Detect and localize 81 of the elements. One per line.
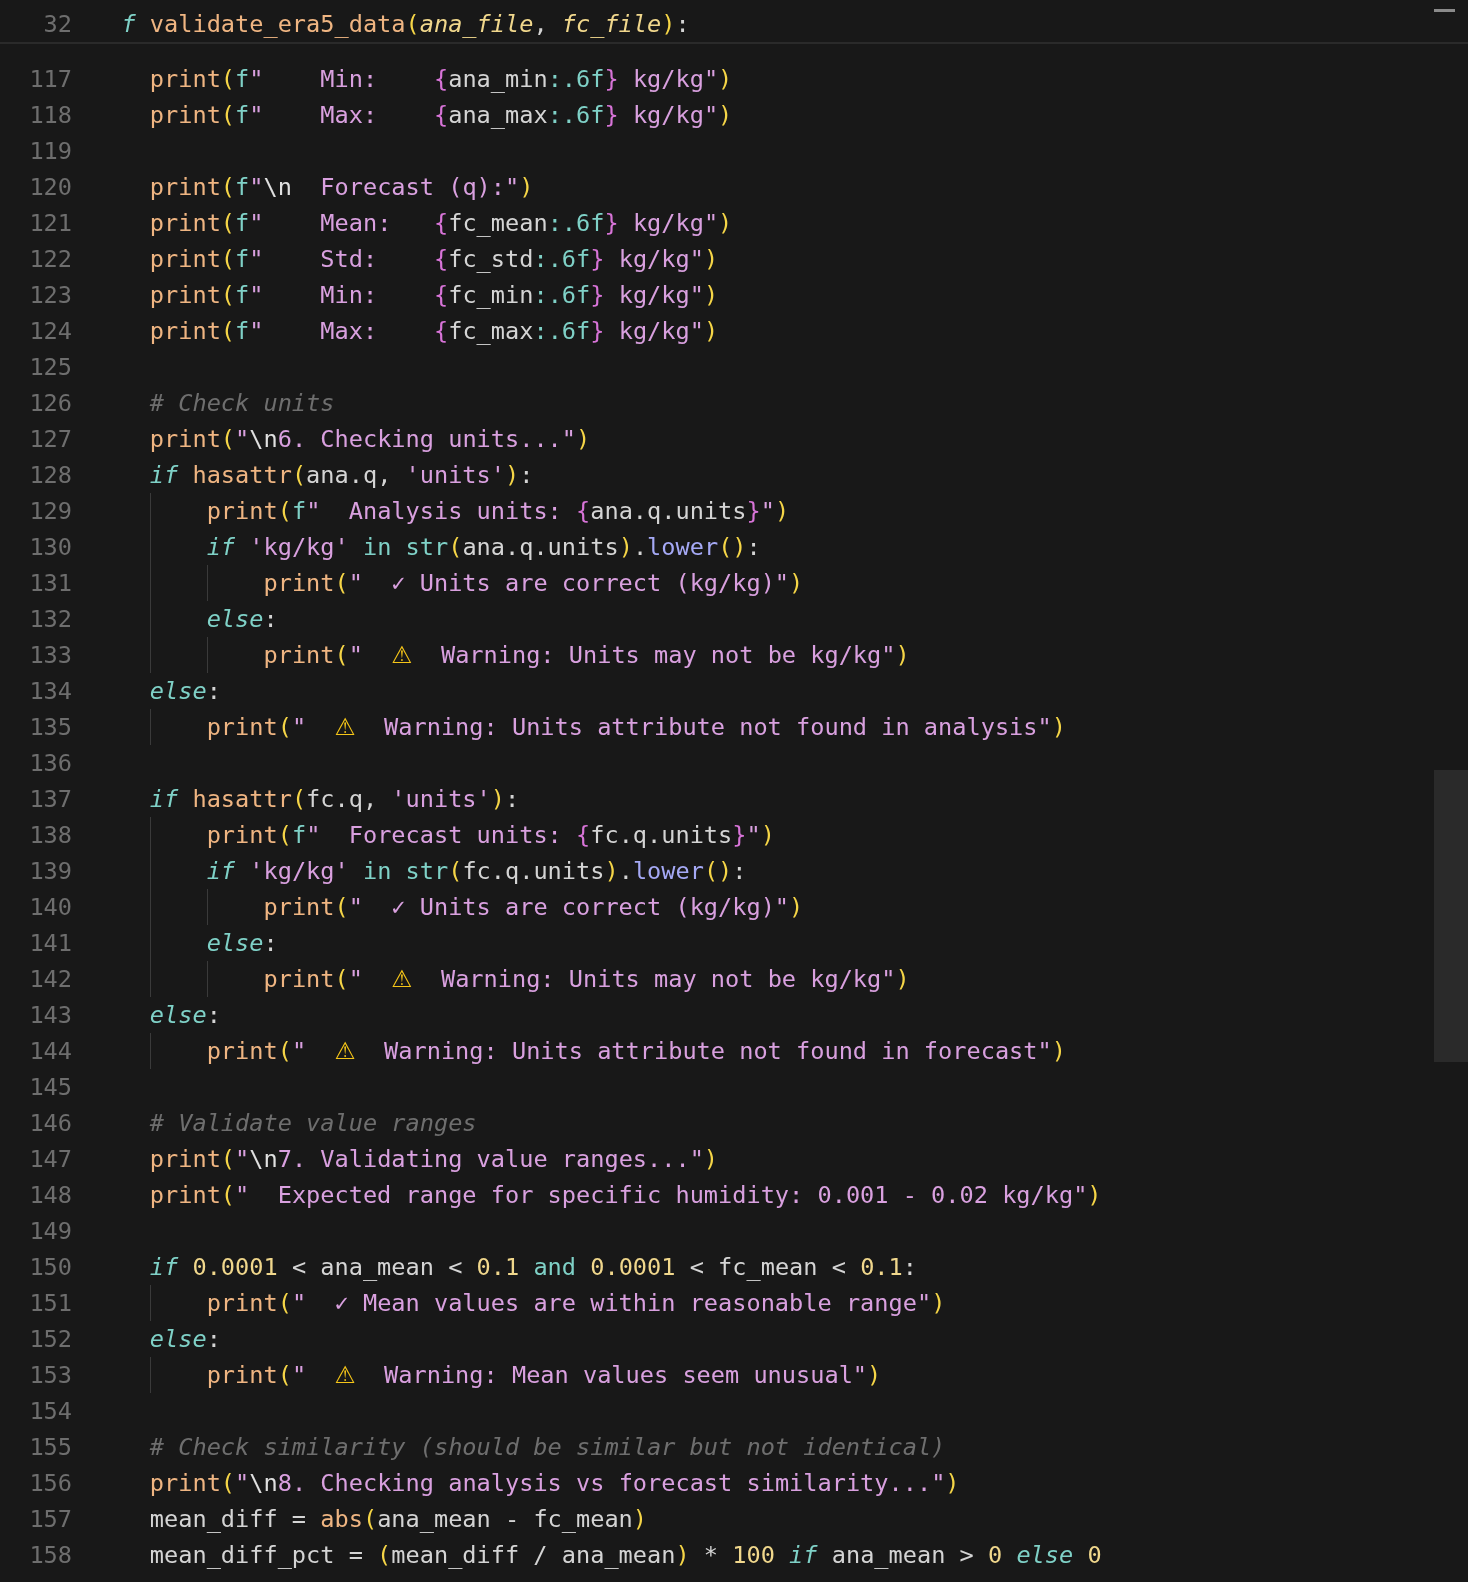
code-line: else: xyxy=(148,1324,221,1355)
code-line: print(f" Analysis units: {ana.q.units}") xyxy=(93,493,790,529)
line-number: 124 xyxy=(28,316,72,347)
line-number: 158 xyxy=(28,1540,72,1571)
code-line: mean_diff_pct = (mean_diff / ana_mean) * 100 if ana_mean > 0 else 0 xyxy=(148,1540,1102,1571)
code-line: print(" ⚠ Warning: Units attribute not found in forecast") xyxy=(93,1033,1066,1069)
line-number: 139 xyxy=(28,856,72,887)
code-line: print(" ✓ Units are correct (kg/kg)") xyxy=(93,889,804,925)
line-number: 117 xyxy=(28,64,72,95)
code-line: print(f"\n Forecast (q):") xyxy=(148,172,534,203)
line-number: 146 xyxy=(28,1108,72,1139)
code-line: if 'kg/kg' in str(fc.q.units).lower(): xyxy=(93,853,747,889)
line-number: 32 xyxy=(42,9,72,40)
line-number: 119 xyxy=(28,136,72,167)
code-line: if 0.0001 < ana_mean < 0.1 and 0.0001 < fc_mean < 0.1: xyxy=(148,1252,917,1283)
line-number: 130 xyxy=(28,532,72,563)
line-number: 135 xyxy=(28,712,72,743)
line-number: 127 xyxy=(28,424,72,455)
code-line: # Check similarity (should be similar but not identical) xyxy=(148,1432,946,1463)
code-line: print(f" Forecast units: {fc.q.units}") xyxy=(93,817,775,853)
code-line: if 'kg/kg' in str(ana.q.units).lower(): xyxy=(93,529,761,565)
code-line: print(f" Max: {fc_max:.6f} kg/kg") xyxy=(148,316,719,347)
overview-ruler-mark xyxy=(1434,9,1455,12)
line-number: 131 xyxy=(28,568,72,599)
code-line: print(" ⚠ Warning: Mean values seem unusual") xyxy=(93,1357,882,1393)
line-number: 128 xyxy=(28,460,72,491)
line-number: 125 xyxy=(28,352,72,383)
line-number: 120 xyxy=(28,172,72,203)
code-line: else: xyxy=(93,925,278,961)
code-line: print(" Expected range for specific humidity: 0.001 - 0.02 kg/kg") xyxy=(148,1180,1102,1211)
line-number: 155 xyxy=(28,1432,72,1463)
line-number: 136 xyxy=(28,748,72,779)
line-number: 134 xyxy=(28,676,72,707)
line-number: 151 xyxy=(28,1288,72,1319)
line-number: 121 xyxy=(28,208,72,239)
code-line: print(f" Min: {fc_min:.6f} kg/kg") xyxy=(148,280,719,311)
line-number: 156 xyxy=(28,1468,72,1499)
line-number: 143 xyxy=(28,1000,72,1031)
line-number: 154 xyxy=(28,1396,72,1427)
line-number: 118 xyxy=(28,100,72,131)
code-line: print("\n7. Validating value ranges...") xyxy=(148,1144,719,1175)
line-number: 137 xyxy=(28,784,72,815)
line-number: 132 xyxy=(28,604,72,635)
line-number: 148 xyxy=(28,1180,72,1211)
line-number: 138 xyxy=(28,820,72,851)
code-line: print(f" Std: {fc_std:.6f} kg/kg") xyxy=(148,244,719,275)
code-line: print(" ⚠ Warning: Units may not be kg/kg") xyxy=(93,637,910,673)
code-line: print(" ✓ Mean values are within reasonable range") xyxy=(93,1285,946,1321)
line-number: 142 xyxy=(28,964,72,995)
code-line: print("\n6. Checking units...") xyxy=(148,424,591,455)
code-line: else: xyxy=(148,1000,221,1031)
code-line: mean_diff = abs(ana_mean - fc_mean) xyxy=(148,1504,648,1535)
line-number: 129 xyxy=(28,496,72,527)
code-line: else: xyxy=(148,676,221,707)
line-number: 147 xyxy=(28,1144,72,1175)
line-number: 157 xyxy=(28,1504,72,1535)
code-line: print(" ⚠ Warning: Units may not be kg/kg") xyxy=(93,961,910,997)
line-number: 144 xyxy=(28,1036,72,1067)
code-line: # Validate value ranges xyxy=(148,1108,477,1139)
code-line: print(f" Min: {ana_min:.6f} kg/kg") xyxy=(148,64,733,95)
code-line: print(f" Mean: {fc_mean:.6f} kg/kg") xyxy=(148,208,733,239)
code-line: if hasattr(fc.q, 'units'): xyxy=(148,784,520,815)
code-line: else: xyxy=(93,601,278,637)
code-line: # Check units xyxy=(148,388,335,419)
code-line: if hasattr(ana.q, 'units'): xyxy=(148,460,534,491)
code-line: print(" ⚠ Warning: Units attribute not found in analysis") xyxy=(93,709,1066,745)
code-line: print(" ✓ Units are correct (kg/kg)") xyxy=(93,565,804,601)
line-number: 149 xyxy=(28,1216,72,1247)
code-line: print("\n8. Checking analysis vs forecast similarity...") xyxy=(148,1468,960,1499)
line-number: 126 xyxy=(28,388,72,419)
line-number: 145 xyxy=(28,1072,72,1103)
line-number: 141 xyxy=(28,928,72,959)
line-number: 122 xyxy=(28,244,72,275)
line-number: 150 xyxy=(28,1252,72,1283)
line-number: 152 xyxy=(28,1324,72,1355)
line-number: 123 xyxy=(28,280,72,311)
code-line: print(f" Max: {ana_max:.6f} kg/kg") xyxy=(148,100,733,131)
code-line: f validate_era5_data(ana_file, fc_file): xyxy=(120,9,690,40)
line-number: 133 xyxy=(28,640,72,671)
line-number: 153 xyxy=(28,1360,72,1391)
line-number: 140 xyxy=(28,892,72,923)
